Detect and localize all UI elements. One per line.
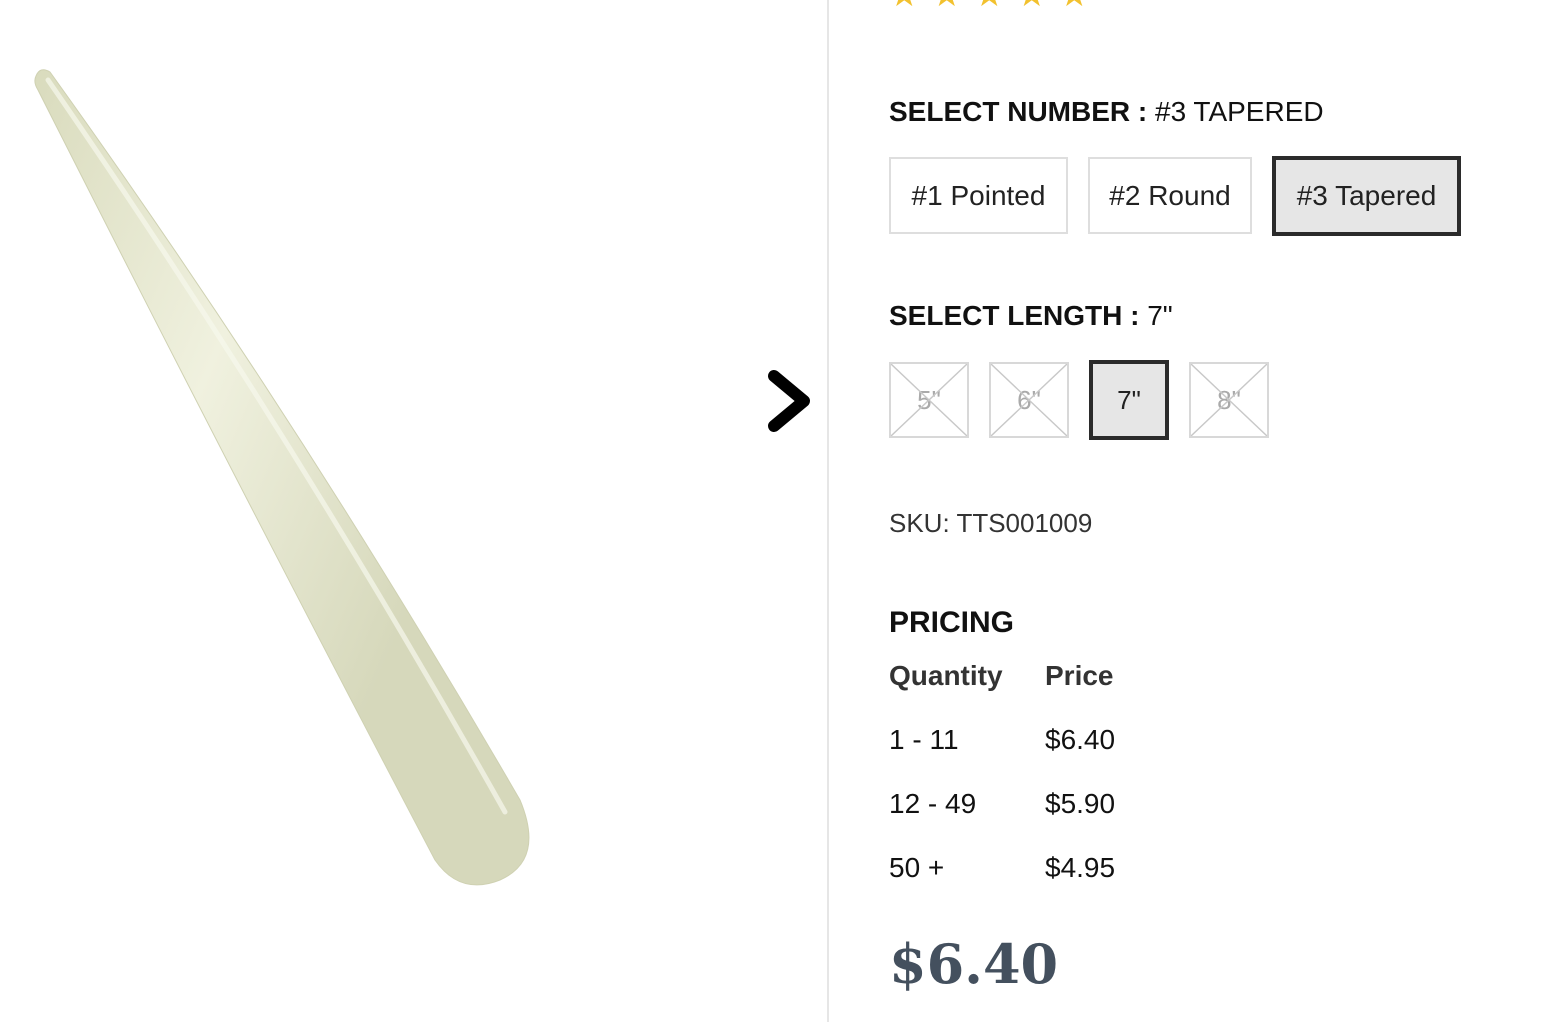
pricing-table: Quantity Price 1 - 11 $6.40 12 - 49 $5.9… (889, 660, 1115, 890)
length-option-8[interactable]: 8" (1189, 362, 1269, 438)
length-option-6[interactable]: 6" (989, 362, 1069, 438)
product-page: ★ ★ ★ ★ ★ SELECT NUMBER : #3 TAPERED #1 … (0, 0, 1546, 1022)
column-divider (827, 0, 829, 1022)
unavailable-cross-icon (991, 364, 1067, 436)
price-column-header: Price (1045, 660, 1114, 691)
sku-text: SKU: TTS001009 (889, 508, 1093, 538)
pricing-heading: PRICING (889, 606, 1015, 639)
star-icon: ★ (1016, 0, 1046, 12)
star-icon: ★ (974, 0, 1004, 12)
select-length-value: 7" (1147, 300, 1173, 331)
price-cell: $6.40 (1045, 724, 1116, 755)
star-icon: ★ (889, 0, 919, 12)
rating-stars: ★ ★ ★ ★ ★ (889, 0, 1089, 12)
quantity-cell: 50 + (889, 852, 945, 883)
table-row: 12 - 49 $5.90 (889, 762, 1115, 826)
number-option-pointed[interactable]: #1 Pointed (889, 157, 1068, 234)
select-length-key: SELECT LENGTH : (889, 300, 1140, 331)
current-price: $6.40 (889, 932, 1059, 996)
number-option-round[interactable]: #2 Round (1088, 157, 1252, 234)
number-option-tapered[interactable]: #3 Tapered (1272, 156, 1461, 236)
table-row: 50 + $4.95 (889, 826, 1115, 890)
product-image (34, 69, 530, 886)
quantity-cell: 12 - 49 (889, 788, 977, 819)
table-row: 1 - 11 $6.40 (889, 698, 1115, 762)
number-option-label: #3 Tapered (1296, 180, 1437, 211)
select-number-value: #3 TAPERED (1155, 96, 1324, 127)
quantity-column-header: Quantity (889, 660, 1003, 691)
quantity-cell: 1 - 11 (889, 724, 959, 755)
select-number-key: SELECT NUMBER : (889, 96, 1148, 127)
select-number-label: SELECT NUMBER : #3 TAPERED (889, 96, 1324, 128)
chevron-right-icon[interactable] (764, 366, 816, 436)
number-option-label: #1 Pointed (911, 179, 1046, 211)
product-gallery (0, 0, 827, 1022)
unavailable-cross-icon (1191, 364, 1267, 436)
length-option-5[interactable]: 5" (889, 362, 969, 438)
price-cell: $4.95 (1045, 852, 1116, 883)
star-icon: ★ (931, 0, 961, 12)
product-details: ★ ★ ★ ★ ★ SELECT NUMBER : #3 TAPERED #1 … (889, 0, 1529, 1022)
number-option-label: #2 Round (1109, 179, 1231, 211)
select-length-label: SELECT LENGTH : 7" (889, 300, 1173, 332)
price-cell: $5.90 (1045, 788, 1116, 819)
pricing-header-row: Quantity Price (889, 660, 1115, 698)
unavailable-cross-icon (891, 364, 967, 436)
length-option-label: 7" (1117, 384, 1141, 415)
star-icon: ★ (1059, 0, 1089, 12)
length-option-7[interactable]: 7" (1089, 360, 1169, 440)
